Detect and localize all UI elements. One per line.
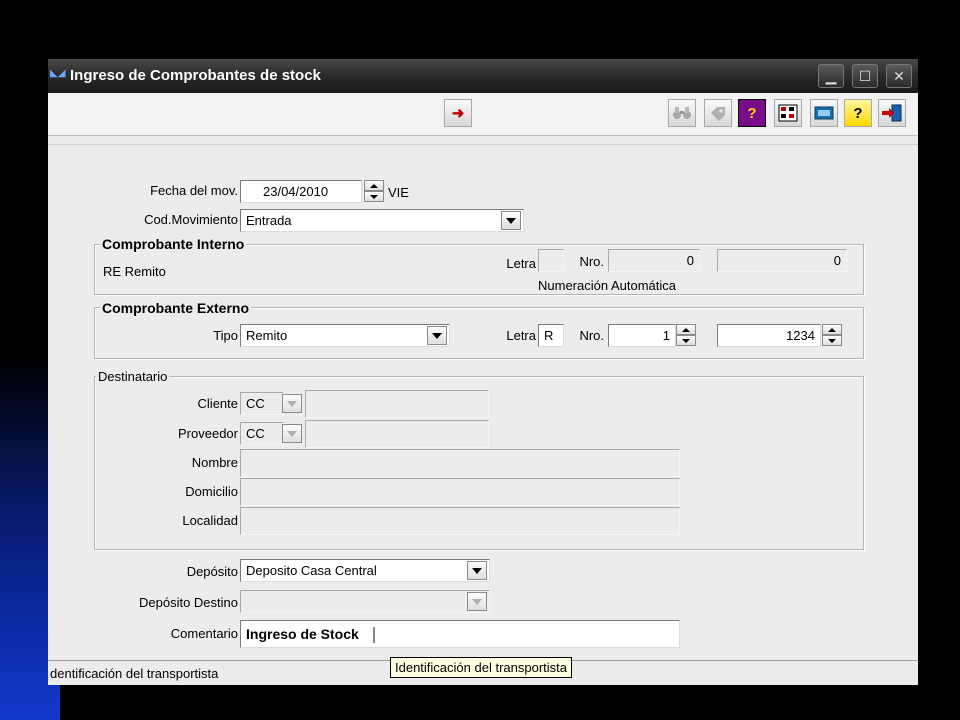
- spin-up-icon[interactable]: [676, 324, 696, 335]
- cod-movimiento-dropdown[interactable]: [501, 211, 521, 230]
- externo-tipo-dropdown[interactable]: [427, 326, 447, 345]
- calculator-button[interactable]: [810, 99, 838, 127]
- proveedor-dropdown: [282, 424, 302, 443]
- externo-nro-label: Nro.: [579, 328, 604, 343]
- interno-letra-field: [538, 249, 564, 272]
- exit-button[interactable]: [878, 99, 906, 127]
- externo-letra-input[interactable]: R: [538, 324, 564, 347]
- localidad-label: Localidad: [182, 513, 238, 528]
- comprobante-externo-legend: Comprobante Externo: [100, 300, 252, 316]
- question-icon: ?: [853, 104, 863, 122]
- externo-nro2-spinner[interactable]: [822, 324, 842, 347]
- deposito-dropdown[interactable]: [467, 561, 487, 580]
- deposito-label: Depósito: [186, 564, 238, 579]
- destinatario-legend: Destinatario: [96, 369, 170, 384]
- help-icon: ?: [747, 104, 757, 122]
- spin-down-icon[interactable]: [364, 191, 384, 202]
- spin-up-icon[interactable]: [822, 324, 842, 335]
- binoculars-icon: [673, 107, 691, 119]
- exit-door-icon: [882, 104, 902, 122]
- status-text: dentificación del transportista: [50, 666, 219, 681]
- minimize-icon: ▁: [825, 67, 837, 84]
- maximize-icon: ☐: [858, 67, 872, 84]
- cliente-name-field: [305, 390, 489, 418]
- domicilio-label: Domicilio: [185, 484, 238, 499]
- cliente-select: CC: [240, 392, 284, 415]
- chevron-down-icon: [472, 567, 482, 574]
- localidad-field: [240, 507, 680, 535]
- externo-nro-input[interactable]: 1: [608, 324, 676, 347]
- help-question-button[interactable]: ?: [844, 99, 872, 127]
- minimize-button[interactable]: ▁: [818, 64, 844, 88]
- externo-nro2-input[interactable]: 1234: [717, 324, 821, 347]
- arrow-right-icon: ➜: [451, 105, 465, 122]
- text-cursor: [372, 627, 375, 644]
- chevron-down-icon: [506, 217, 516, 224]
- numeracion-automatica-note: Numeración Automática: [538, 278, 677, 293]
- comentario-value: Ingreso de Stock: [246, 626, 359, 642]
- fecha-label: Fecha del mov.: [150, 183, 238, 198]
- comprobante-interno-legend: Comprobante Interno: [100, 236, 247, 252]
- tag-button[interactable]: [704, 99, 732, 127]
- fecha-input[interactable]: 23/04/2010: [240, 180, 362, 203]
- interno-nro-field: 0: [608, 249, 700, 272]
- comentario-input[interactable]: Ingreso de Stock: [240, 620, 680, 648]
- interno-nro2-field: 0: [717, 249, 847, 272]
- cliente-dropdown: [282, 394, 302, 413]
- nombre-label: Nombre: [191, 455, 238, 470]
- tooltip: Identificación del transportista: [390, 657, 572, 678]
- externo-letra-label: Letra: [506, 328, 536, 343]
- interno-letra-label: Letra: [506, 256, 536, 271]
- next-button[interactable]: ➜: [444, 99, 472, 127]
- deposito-destino-dropdown: [467, 592, 487, 611]
- spin-down-icon[interactable]: [822, 335, 842, 346]
- chevron-down-icon: [432, 332, 442, 339]
- grid-button[interactable]: [774, 99, 802, 127]
- calculator-icon: [814, 106, 834, 120]
- toolbar: ➜ ? ?: [48, 93, 918, 136]
- tag-icon: [711, 107, 725, 121]
- proveedor-select: CC: [240, 422, 284, 445]
- cod-movimiento-select[interactable]: Entrada: [240, 209, 524, 232]
- externo-tipo-label: Tipo: [213, 328, 238, 343]
- proveedor-name-field: [305, 420, 489, 448]
- spin-up-icon[interactable]: [364, 180, 384, 191]
- close-icon: ✕: [893, 67, 905, 84]
- deposito-destino-select: [240, 590, 490, 613]
- externo-nro-spinner[interactable]: [676, 324, 696, 347]
- chevron-down-icon: [472, 598, 482, 605]
- search-button[interactable]: [668, 99, 696, 127]
- deposito-select[interactable]: Deposito Casa Central: [240, 559, 490, 582]
- domicilio-field: [240, 478, 680, 506]
- deposito-destino-label: Depósito Destino: [139, 595, 238, 610]
- app-icon: ◣◢: [50, 68, 66, 79]
- chevron-down-icon: [287, 430, 297, 437]
- proveedor-label: Proveedor: [178, 426, 238, 441]
- fecha-day: VIE: [388, 185, 409, 200]
- help-button[interactable]: ?: [738, 99, 766, 127]
- comentario-label: Comentario: [170, 626, 238, 641]
- chevron-down-icon: [287, 400, 297, 407]
- grid-icon: [778, 104, 798, 122]
- interno-nro-label: Nro.: [579, 254, 604, 269]
- maximize-button[interactable]: ☐: [852, 64, 878, 88]
- cod-movimiento-label: Cod.Movimiento: [144, 212, 238, 227]
- panel-header: [48, 136, 918, 145]
- close-button[interactable]: ✕: [886, 64, 912, 88]
- main-window: ◣◢ Ingreso de Comprobantes de stock ▁ ☐ …: [48, 59, 918, 685]
- nombre-field: [240, 449, 680, 477]
- window-title: Ingreso de Comprobantes de stock: [70, 67, 321, 84]
- cliente-label: Cliente: [197, 396, 238, 411]
- fecha-spinner[interactable]: [364, 180, 384, 203]
- comprobante-interno-tipo: RE Remito: [103, 264, 166, 279]
- spin-down-icon[interactable]: [676, 335, 696, 346]
- title-bar[interactable]: ◣◢ Ingreso de Comprobantes de stock ▁ ☐ …: [48, 59, 918, 93]
- externo-tipo-select[interactable]: Remito: [240, 324, 450, 347]
